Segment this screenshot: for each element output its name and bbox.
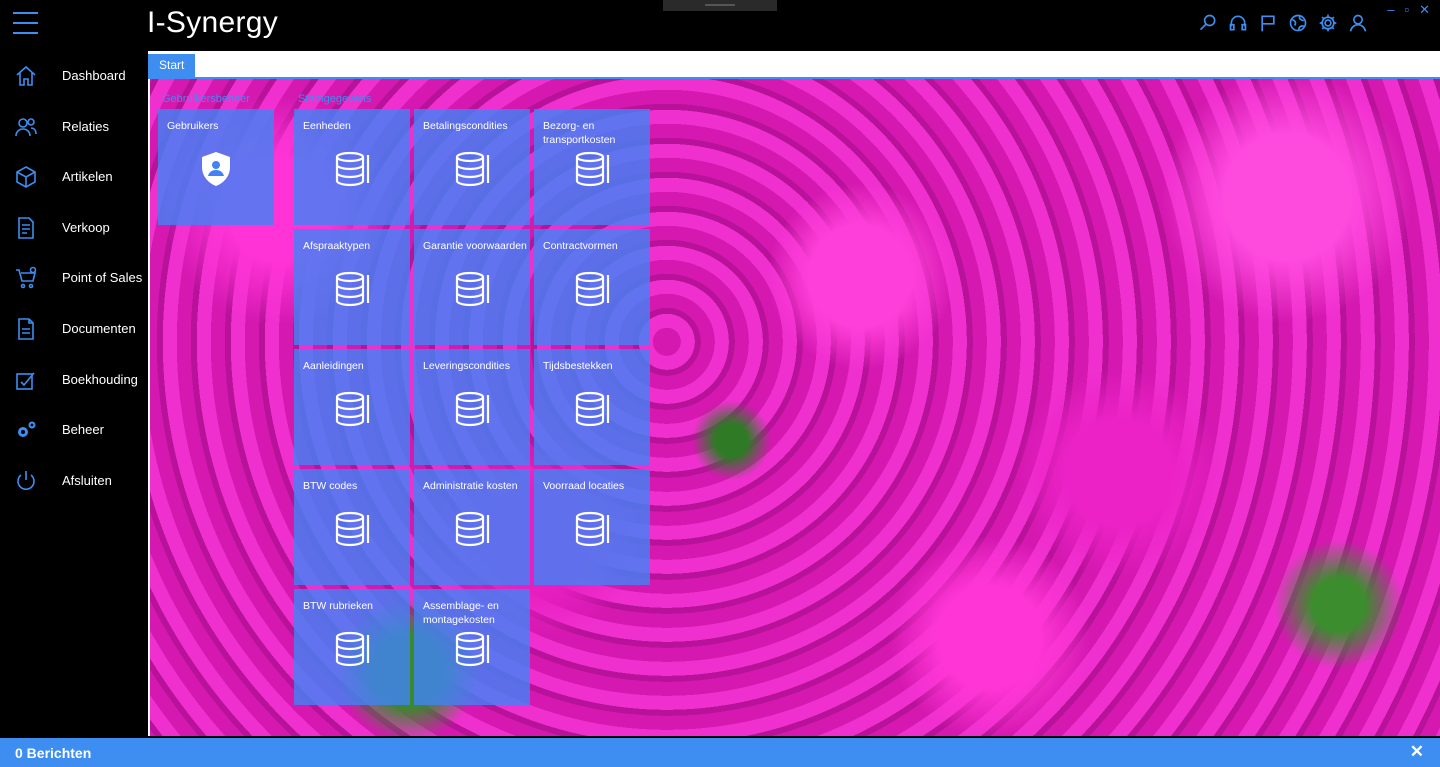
sidebar-item-label: Point of Sales (62, 270, 143, 285)
maximize-button[interactable]: ▫ (1404, 3, 1409, 17)
database-icon (575, 151, 610, 187)
sidebar-item-beheer[interactable]: Beheer (0, 410, 147, 450)
toolbar (1198, 12, 1368, 34)
sidebar-item-label: Dashboard (62, 68, 126, 83)
sidebar-item-documenten[interactable]: Documenten (0, 309, 147, 349)
sidebar-item-afsluiten[interactable]: Afsluiten (0, 461, 147, 501)
database-icon (335, 271, 370, 307)
users-icon (15, 118, 37, 137)
sidebar-item-point-of-sales[interactable]: Point of Sales (0, 258, 147, 298)
database-icon (335, 151, 370, 187)
tile-label: Afspraaktypen (303, 240, 371, 252)
gear-icon[interactable] (1318, 12, 1338, 34)
database-icon (455, 151, 490, 187)
tile-betalingscondities[interactable]: Betalingscondities (414, 109, 530, 225)
tile-bezorg-en-transportkosten[interactable]: Bezorg- en transportkosten (534, 109, 650, 225)
tile-label: Leveringscondities (423, 360, 510, 372)
tile-eenheden[interactable]: Eenheden (294, 109, 410, 225)
tile-voorraad-locaties[interactable]: Voorraad locaties (534, 469, 650, 585)
window-drag-handle[interactable] (663, 0, 777, 11)
sidebar-item-label: Boekhouding (62, 372, 138, 387)
database-icon (575, 511, 610, 547)
tile-garantie-voorwaarden[interactable]: Garantie voorwaarden (414, 229, 530, 345)
tile-label: Eenheden (303, 120, 351, 132)
sidebar-item-verkoop[interactable]: Verkoop (0, 208, 147, 248)
group-label-gebruikersbeheer: Gebruikersbeheer (162, 93, 251, 105)
sidebar-item-dashboard[interactable]: Dashboard (0, 56, 147, 96)
hamburger-menu-icon[interactable] (13, 12, 38, 34)
database-icon (335, 511, 370, 547)
minimize-button[interactable]: – (1387, 3, 1394, 17)
database-icon (335, 631, 370, 667)
tile-administratie-kosten[interactable]: Administratie kosten (414, 469, 530, 585)
tile-assemblage-en-montagekosten[interactable]: Assemblage- en montagekosten (414, 589, 530, 705)
tile-label: BTW codes (303, 480, 358, 492)
tile-btw-codes[interactable]: BTW codes (294, 469, 410, 585)
start-page: Gebruikersbeheer Stamgegevens Gebruikers… (148, 79, 1440, 736)
sidebar-item-boekhouding[interactable]: Boekhouding (0, 360, 147, 400)
tile-label: Contractvormen (543, 240, 618, 252)
sidebar-item-label: Verkoop (62, 220, 110, 235)
sidebar-item-label: Beheer (62, 422, 104, 437)
power-icon (17, 471, 35, 490)
invoice-icon (18, 217, 34, 239)
tile-btw-rubrieken[interactable]: BTW rubrieken (294, 589, 410, 705)
tile-label: Aanleidingen (303, 360, 364, 372)
database-icon (455, 631, 490, 667)
tile-label: Assemblage- en montagekosten (423, 600, 499, 626)
database-icon (575, 391, 610, 427)
window-controls: – ▫ ✕ (1387, 3, 1430, 17)
document-icon (18, 318, 34, 340)
database-icon (455, 391, 490, 427)
close-window-button[interactable]: ✕ (1419, 3, 1430, 17)
flag-icon[interactable] (1258, 12, 1278, 34)
sidebar-item-label: Afsluiten (62, 473, 112, 488)
messages-count[interactable]: 0 Berichten (15, 745, 91, 761)
cart-icon (16, 266, 37, 289)
box-icon (16, 166, 36, 188)
status-bar: 0 Berichten ✕ (0, 738, 1440, 767)
tile-label: Betalingscondities (423, 120, 508, 132)
headset-icon[interactable] (1228, 12, 1248, 34)
title-bar: I-Synergy – ▫ ✕ (0, 0, 1440, 50)
tile-label: Tijdsbestekken (543, 360, 613, 372)
home-icon (16, 65, 36, 86)
app-title: I-Synergy (147, 6, 279, 39)
sidebar-item-relaties[interactable]: Relaties (0, 107, 147, 147)
tile-gebruikers[interactable]: Gebruikers (158, 109, 274, 225)
tile-label: Administratie kosten (423, 480, 518, 492)
close-statusbar-button[interactable]: ✕ (1410, 742, 1424, 762)
database-icon (455, 511, 490, 547)
shield-user-icon (202, 152, 230, 186)
gears-icon (18, 421, 36, 437)
tile-aanleidingen[interactable]: Aanleidingen (294, 349, 410, 465)
tile-tijdsbestekken[interactable]: Tijdsbestekken (534, 349, 650, 465)
sidebar-item-label: Relaties (62, 119, 109, 134)
database-icon (575, 271, 610, 307)
sidebar-item-label: Artikelen (62, 169, 113, 184)
tile-label: Bezorg- en transportkosten (543, 120, 616, 146)
tile-label: BTW rubrieken (303, 600, 374, 612)
sidebar-item-artikelen[interactable]: Artikelen (0, 157, 147, 197)
search-icon[interactable] (1198, 12, 1218, 34)
tab-bar: Start (148, 51, 1440, 79)
globe-icon[interactable] (1288, 12, 1308, 34)
ledger-icon (16, 372, 35, 390)
database-icon (335, 391, 370, 427)
group-label-stamgegevens: Stamgegevens (298, 93, 372, 105)
sidebar-item-label: Documenten (62, 321, 136, 336)
tile-afspraaktypen[interactable]: Afspraaktypen (294, 229, 410, 345)
tab-start[interactable]: Start (148, 54, 196, 77)
tile-label: Gebruikers (167, 120, 219, 132)
tile-label: Voorraad locaties (543, 480, 625, 492)
database-icon (455, 271, 490, 307)
tile-leveringscondities[interactable]: Leveringscondities (414, 349, 530, 465)
user-icon[interactable] (1348, 12, 1368, 34)
sidebar: Dashboard Relaties Artikelen Verkoop Poi… (0, 50, 147, 738)
tile-contractvormen[interactable]: Contractvormen (534, 229, 650, 345)
tile-label: Garantie voorwaarden (423, 240, 527, 252)
